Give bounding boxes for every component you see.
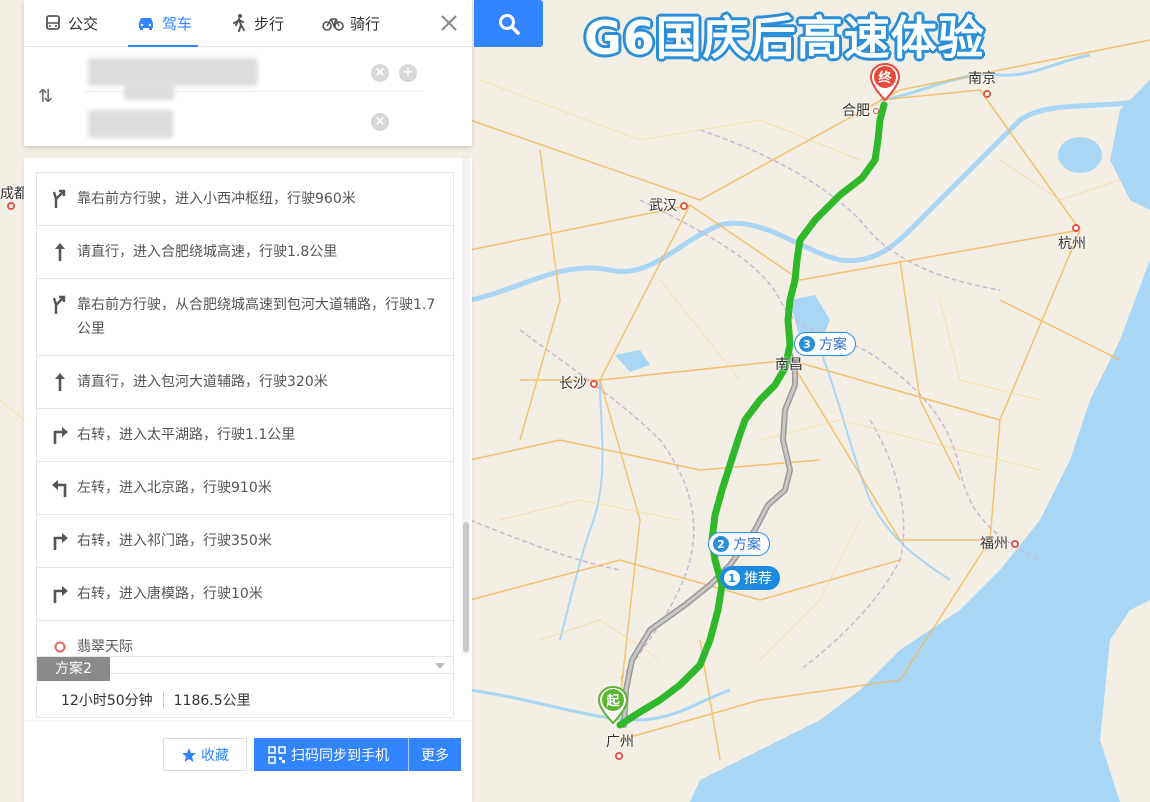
favorite-button[interactable]: 收藏 <box>163 738 247 771</box>
turn-right-icon <box>49 424 71 446</box>
plan2-number: 2 <box>713 536 729 552</box>
sync-label: 扫码同步到手机 <box>291 747 389 764</box>
tab-drive-label: 驾车 <box>162 14 193 33</box>
tai-lake <box>1058 137 1102 173</box>
tab-walk-label: 步行 <box>254 14 285 33</box>
plan2-distance: 1186.5公里 <box>173 693 251 709</box>
tab-walk[interactable]: 步行 <box>210 0 302 47</box>
route-step-text: 靠右前方行驶，进入小西冲枢纽，行驶960米 <box>77 191 356 207</box>
keep-right-icon <box>49 188 71 210</box>
route-step-text: 请直行，进入合肥绕城高速，行驶1.8公里 <box>77 244 338 260</box>
chevron-down-icon[interactable] <box>435 663 445 669</box>
tab-bike-label: 骑行 <box>350 14 381 33</box>
panel-scrollbar[interactable] <box>462 158 470 654</box>
search-button[interactable] <box>474 0 543 47</box>
plan2-tag: 方案2 <box>37 657 110 681</box>
turn-left-icon <box>49 477 71 499</box>
route-plan1-label[interactable]: 1 推荐 <box>720 566 780 590</box>
route-search-box: 公交 驾车 步行 骑行 ⇅ × + × <box>24 0 472 146</box>
nanjing-dot <box>980 86 991 102</box>
plan2-text: 方案 <box>733 537 761 553</box>
more-button[interactable]: 更多 <box>409 745 461 765</box>
end-marker-text: 终 <box>878 71 892 86</box>
favorite-label: 收藏 <box>201 747 229 764</box>
route-plan2-card[interactable]: 方案2 12小时50分钟 1186.5公里 <box>36 656 454 718</box>
route-step[interactable]: 请直行，进入合肥绕城高速，行驶1.8公里 <box>36 226 454 279</box>
star-icon <box>182 747 196 762</box>
end-marker[interactable]: 终 <box>870 63 900 101</box>
route-step[interactable]: 靠右前方行驶，从合肥绕城高速到包河大道辅路，行驶1.7公里 <box>36 279 454 356</box>
qr-code-icon <box>268 745 286 764</box>
start-marker-text: 起 <box>606 694 620 709</box>
plan3-text: 方案 <box>819 337 847 353</box>
route-step[interactable]: 请直行，进入包河大道辅路，行驶320米 <box>36 356 454 409</box>
tab-bus[interactable]: 公交 <box>24 0 116 47</box>
blurred-destination <box>88 110 173 138</box>
route-plan2-label[interactable]: 2 方案 <box>708 532 770 556</box>
add-waypoint-icon[interactable]: + <box>399 64 417 82</box>
route-step[interactable]: 右转，进入太平湖路，行驶1.1公里 <box>36 409 454 462</box>
bus-icon <box>46 15 60 30</box>
plan2-summary: 12小时50分钟 1186.5公里 <box>61 690 251 710</box>
route-step-text: 右转，进入祁门路，行驶350米 <box>77 533 272 549</box>
turn-right-icon <box>49 583 71 605</box>
bike-icon <box>322 18 344 31</box>
city-label-changsha[interactable]: 长沙 <box>559 373 598 393</box>
city-label-nanjing[interactable]: 南京 <box>968 68 996 88</box>
separator <box>162 692 164 708</box>
route-step[interactable]: 右转，进入唐模路，行驶10米 <box>36 568 454 621</box>
car-icon <box>139 18 154 30</box>
scrollbar-thumb[interactable] <box>463 522 469 652</box>
route-step-text: 靠右前方行驶，从合肥绕城高速到包河大道辅路，行驶1.7公里 <box>77 297 436 337</box>
guangzhou-dot <box>612 748 623 764</box>
city-label-wuhan[interactable]: 武汉 <box>649 195 688 215</box>
route-step[interactable]: 左转，进入北京路，行驶910米 <box>36 462 454 515</box>
keep-right-icon <box>49 294 71 316</box>
straight-icon <box>49 241 71 263</box>
search-icon <box>498 13 520 35</box>
route-step[interactable]: 靠右前方行驶，进入小西冲枢纽，行驶960米 <box>36 172 454 226</box>
route-step-text: 请直行，进入包河大道辅路，行驶320米 <box>77 374 328 390</box>
city-label-fuzhou[interactable]: 福州 <box>980 533 1019 553</box>
action-bar: 收藏 扫码同步到手机 更多 <box>24 720 472 802</box>
route-step[interactable]: 右转，进入祁门路，行驶350米 <box>36 515 454 568</box>
route-steps-list: 靠右前方行驶，进入小西冲枢纽，行驶960米 请直行，进入合肥绕城高速，行驶1.8公… <box>36 158 454 674</box>
route-step-text: 右转，进入太平湖路，行驶1.1公里 <box>77 427 296 443</box>
travel-mode-tabs: 公交 驾车 步行 骑行 <box>24 0 472 47</box>
sync-main[interactable]: 扫码同步到手机 <box>254 738 409 771</box>
destination-icon <box>49 636 71 658</box>
tab-drive[interactable]: 驾车 <box>116 0 210 47</box>
clear-destination-icon[interactable]: × <box>371 113 389 131</box>
start-marker[interactable]: 起 <box>598 686 628 724</box>
route-plan3-label[interactable]: 3 方案 <box>794 332 856 356</box>
clear-origin-icon[interactable]: × <box>371 64 389 82</box>
chengdu-dot <box>4 198 15 214</box>
walk-icon <box>233 14 246 32</box>
plan3-number: 3 <box>799 336 815 352</box>
map-overlay-title: G6国庆后高速体验 <box>584 11 985 65</box>
route-step-text: 左转，进入北京路，行驶910米 <box>77 480 272 496</box>
swap-direction-icon[interactable]: ⇅ <box>38 86 53 107</box>
plan1-number: 1 <box>724 570 740 586</box>
sync-to-phone-button[interactable]: 扫码同步到手机 更多 <box>254 738 461 771</box>
tab-bus-label: 公交 <box>68 14 99 33</box>
directions-panel: 靠右前方行驶，进入小西冲枢纽，行驶960米 请直行，进入合肥绕城高速，行驶1.8公… <box>24 158 472 802</box>
tab-bike[interactable]: 骑行 <box>302 0 398 47</box>
turn-right-icon <box>49 530 71 552</box>
plan1-text: 推荐 <box>744 571 772 587</box>
route-step-text: 右转，进入唐模路，行驶10米 <box>77 586 263 602</box>
close-icon[interactable] <box>438 12 460 34</box>
plan2-duration: 12小时50分钟 <box>61 693 153 709</box>
straight-icon <box>49 371 71 393</box>
city-label-hefei[interactable]: 合肥 <box>842 100 879 120</box>
city-label-hangzhou[interactable]: 杭州 <box>1058 233 1086 253</box>
city-label-nanchang[interactable]: 南昌 <box>775 354 803 374</box>
